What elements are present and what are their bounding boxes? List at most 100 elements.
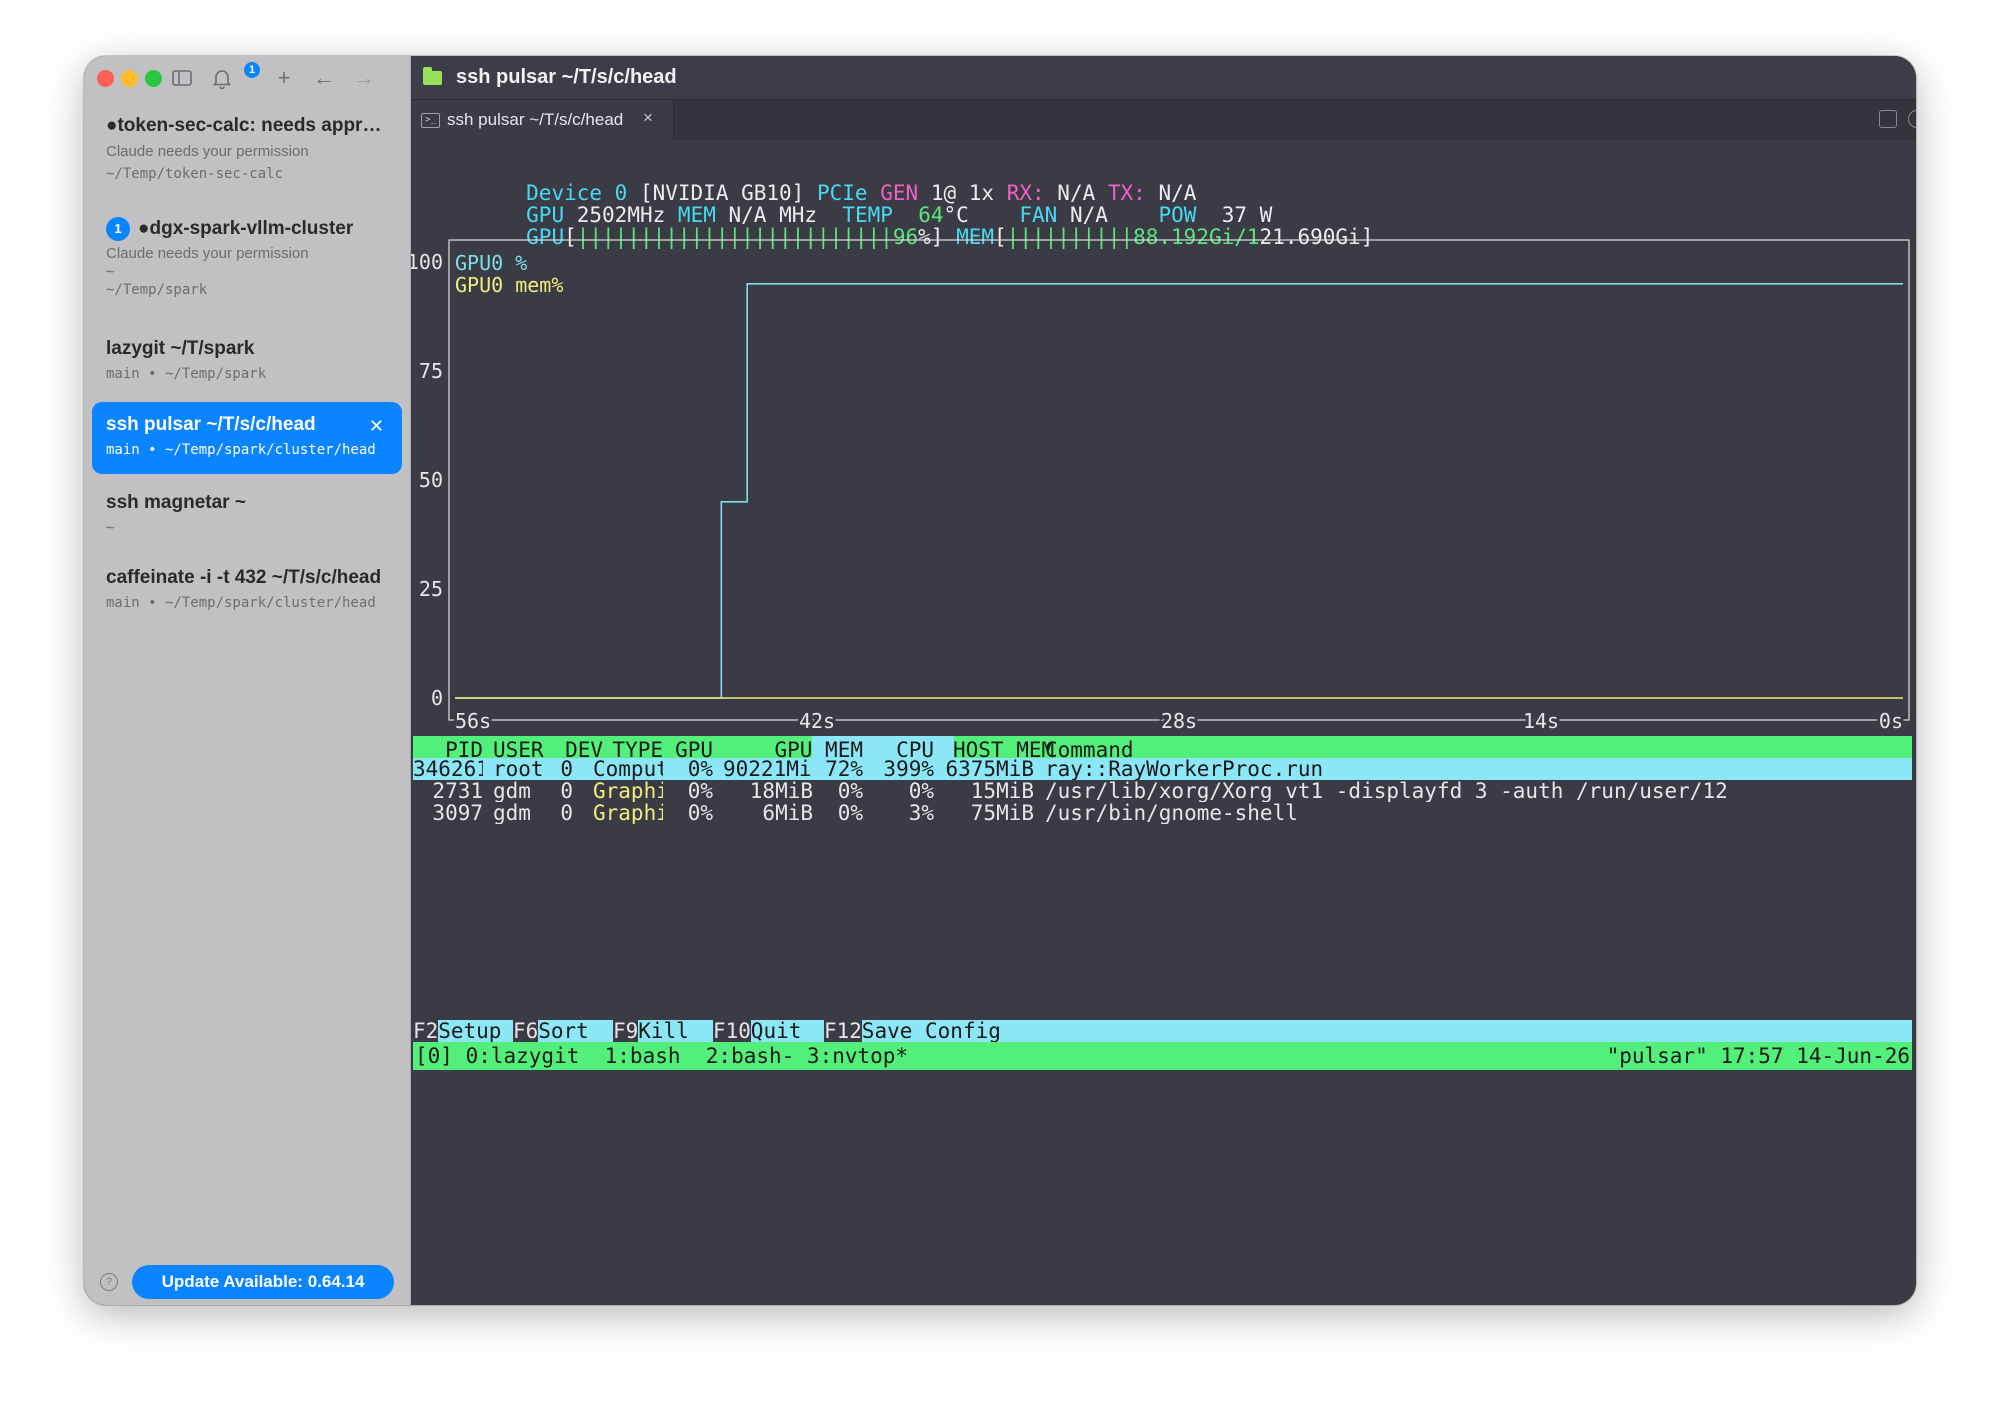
minimize-window-button[interactable]: [121, 70, 138, 87]
session-path: ~/Temp/token-sec-calc: [106, 166, 284, 182]
terminal-icon: >_: [421, 113, 440, 128]
bell-icon[interactable]: [208, 64, 236, 92]
tab-ssh-pulsar[interactable]: >_ ssh pulsar ~/T/s/c/head ×: [411, 100, 674, 140]
process-command: ray::RayWorkerProc.run: [1045, 758, 1324, 780]
process-row[interactable]: 2731 gdm 0 Graphic 0% 18MiB 0% 0% 15MiB/usr/lib/…: [413, 780, 1912, 802]
fkey-f6[interactable]: F6: [513, 1020, 539, 1042]
fkey-label-kill[interactable]: Kill: [638, 1020, 689, 1042]
process-dev: 0: [560, 780, 573, 802]
tmux-status-bar: [0] 0:lazygit 1:bash 2:bash- 3:nvtop* "p…: [413, 1042, 1912, 1070]
x-tick-label: 56s: [455, 709, 491, 733]
x-tick-label: 42s: [799, 709, 835, 733]
app-window: 1 + ← → ●token-sec-calc: needs approval …: [84, 56, 1916, 1305]
process-gpu-mem: 18MiB: [749, 780, 813, 802]
close-window-button[interactable]: [97, 70, 114, 87]
process-cpu: 399%: [883, 758, 934, 780]
process-user: root: [493, 758, 543, 780]
process-pid: 3097: [432, 802, 483, 824]
process-dev: 0: [560, 758, 573, 780]
session-path: ~: [106, 520, 115, 536]
fkey-f9[interactable]: F9: [613, 1020, 639, 1042]
session-title: caffeinate -i -t 432 ~/T/s/c/head: [106, 567, 382, 588]
y-tick-label: 100: [411, 250, 443, 274]
chart-frame: [448, 239, 1910, 721]
process-row[interactable]: 3462614 root 0 Compute 0% 90221MiB 72% 399% 6375…: [413, 758, 1912, 780]
session-path: main • ~/Temp/spark/cluster/head: [106, 442, 376, 458]
series-line-gpu: [455, 282, 1903, 699]
process-cpu: 0%: [908, 780, 934, 802]
sidebar: 1 + ← → ●token-sec-calc: needs approval …: [84, 56, 411, 1305]
zoom-window-button[interactable]: [145, 70, 162, 87]
session-item-ssh-magnetar[interactable]: ssh magnetar ~ ~: [92, 488, 402, 554]
fkey-label-quit[interactable]: Quit: [751, 1020, 802, 1042]
nvtop-terminal[interactable]: Device 0 [NVIDIA GB10] PCIe GEN 1@ 1x RX…: [411, 142, 1916, 1305]
terminal-view-icon[interactable]: [1879, 110, 1897, 128]
new-session-plus-icon[interactable]: +: [270, 64, 298, 92]
process-row[interactable]: 3097 gdm 0 Graphic 0% 6MiB 0% 3% 75MiB/usr/bin/g…: [413, 802, 1912, 824]
session-path-secondary: ~/Temp/spark: [106, 282, 208, 298]
process-cpu: 3%: [908, 802, 934, 824]
process-gpu: 0%: [687, 758, 713, 780]
fkey-f10[interactable]: F10: [713, 1020, 751, 1042]
y-tick-label: 25: [419, 577, 443, 601]
process-user: gdm: [493, 780, 531, 802]
session-title: lazygit ~/T/spark: [106, 338, 255, 359]
legend-gpu: GPU0 %: [455, 251, 527, 275]
tab-bar: >_ ssh pulsar ~/T/s/c/head ×: [411, 100, 1916, 140]
process-gpu-mem-percent: 0%: [837, 780, 863, 802]
process-host-mem: 75MiB: [970, 802, 1034, 824]
close-session-icon[interactable]: ✕: [369, 416, 384, 437]
y-tick-label: 75: [419, 359, 443, 383]
process-gpu: 0%: [687, 780, 713, 802]
fkey-label-save-config[interactable]: Save Config: [862, 1020, 1001, 1042]
process-dev: 0: [560, 802, 573, 824]
legend-mem: GPU0 mem%: [455, 273, 563, 297]
sidebar-toggle-icon[interactable]: [168, 64, 196, 92]
fkey-label-setup[interactable]: Setup: [438, 1020, 501, 1042]
fkey-label-sort[interactable]: Sort: [538, 1020, 589, 1042]
update-available-button[interactable]: Update Available: 0.64.14: [132, 1265, 394, 1299]
tmux-host-clock: "pulsar" 17:57 14-Jun-26: [1606, 1044, 1910, 1068]
session-title: ●token-sec-calc: needs approval: [106, 115, 388, 136]
help-icon[interactable]: ?: [100, 1273, 118, 1291]
process-pid: 3462614: [413, 758, 483, 780]
session-item-token-sec-calc[interactable]: ●token-sec-calc: needs approval Claude n…: [92, 112, 402, 206]
x-tick-label: 0s: [1879, 709, 1903, 733]
process-gpu-mem-percent: 0%: [837, 802, 863, 824]
y-tick-label: 0: [431, 686, 443, 710]
session-item-ssh-pulsar[interactable]: ssh pulsar ~/T/s/c/head main • ~/Temp/sp…: [92, 402, 402, 474]
process-gpu-mem: 6MiB: [762, 802, 813, 824]
globe-icon[interactable]: [1908, 110, 1916, 128]
session-item-lazygit[interactable]: lazygit ~/T/spark main • ~/Temp/spark: [92, 338, 402, 404]
session-status: Claude needs your permission: [106, 245, 309, 262]
process-gpu-mem: 90221MiB: [723, 758, 813, 780]
process-command: /usr/lib/xorg/Xorg vt1 -displayfd 3 -aut…: [1045, 780, 1728, 802]
forward-arrow-icon[interactable]: →: [350, 64, 378, 92]
x-tick-label: 28s: [1161, 709, 1197, 733]
unread-badge: 1: [106, 217, 130, 241]
fkey-f2[interactable]: F2: [413, 1020, 439, 1042]
terminal-pane: ssh pulsar ~/T/s/c/head >_ ssh pulsar ~/…: [411, 56, 1916, 1305]
tab-label: ssh pulsar ~/T/s/c/head: [447, 110, 624, 129]
session-item-caffeinate[interactable]: caffeinate -i -t 432 ~/T/s/c/head main •…: [92, 564, 402, 630]
session-path: main • ~/Temp/spark: [106, 366, 267, 382]
utilization-line: GPU[|||||||||||||||||||||||||96%] MEM[||…: [526, 225, 1374, 249]
y-tick-label: 50: [419, 468, 443, 492]
session-path: main • ~/Temp/spark/cluster/head: [106, 595, 376, 611]
process-gpu-mem-percent: 72%: [825, 758, 863, 780]
tmux-window-list[interactable]: [0] 0:lazygit 1:bash 2:bash- 3:nvtop*: [415, 1042, 908, 1070]
session-item-dgx-spark[interactable]: 1 ●dgx-spark-vllm-cluster Claude needs yo…: [92, 214, 402, 314]
fkey-f12[interactable]: F12: [824, 1020, 862, 1042]
back-arrow-icon[interactable]: ←: [310, 64, 338, 92]
tab-close-icon[interactable]: ×: [643, 108, 653, 128]
process-host-mem: 15MiB: [970, 780, 1034, 802]
session-path: ~: [106, 264, 115, 280]
process-command: /usr/bin/gnome-shell: [1045, 802, 1298, 824]
session-title: ●dgx-spark-vllm-cluster: [138, 218, 354, 239]
session-title: ssh pulsar ~/T/s/c/head: [106, 414, 316, 435]
x-tick-label: 14s: [1523, 709, 1559, 733]
window-titlebar: ssh pulsar ~/T/s/c/head: [411, 56, 1916, 100]
process-pid: 2731: [432, 780, 483, 802]
process-type: Graphic: [593, 802, 663, 824]
window-title: ssh pulsar ~/T/s/c/head: [456, 66, 677, 88]
